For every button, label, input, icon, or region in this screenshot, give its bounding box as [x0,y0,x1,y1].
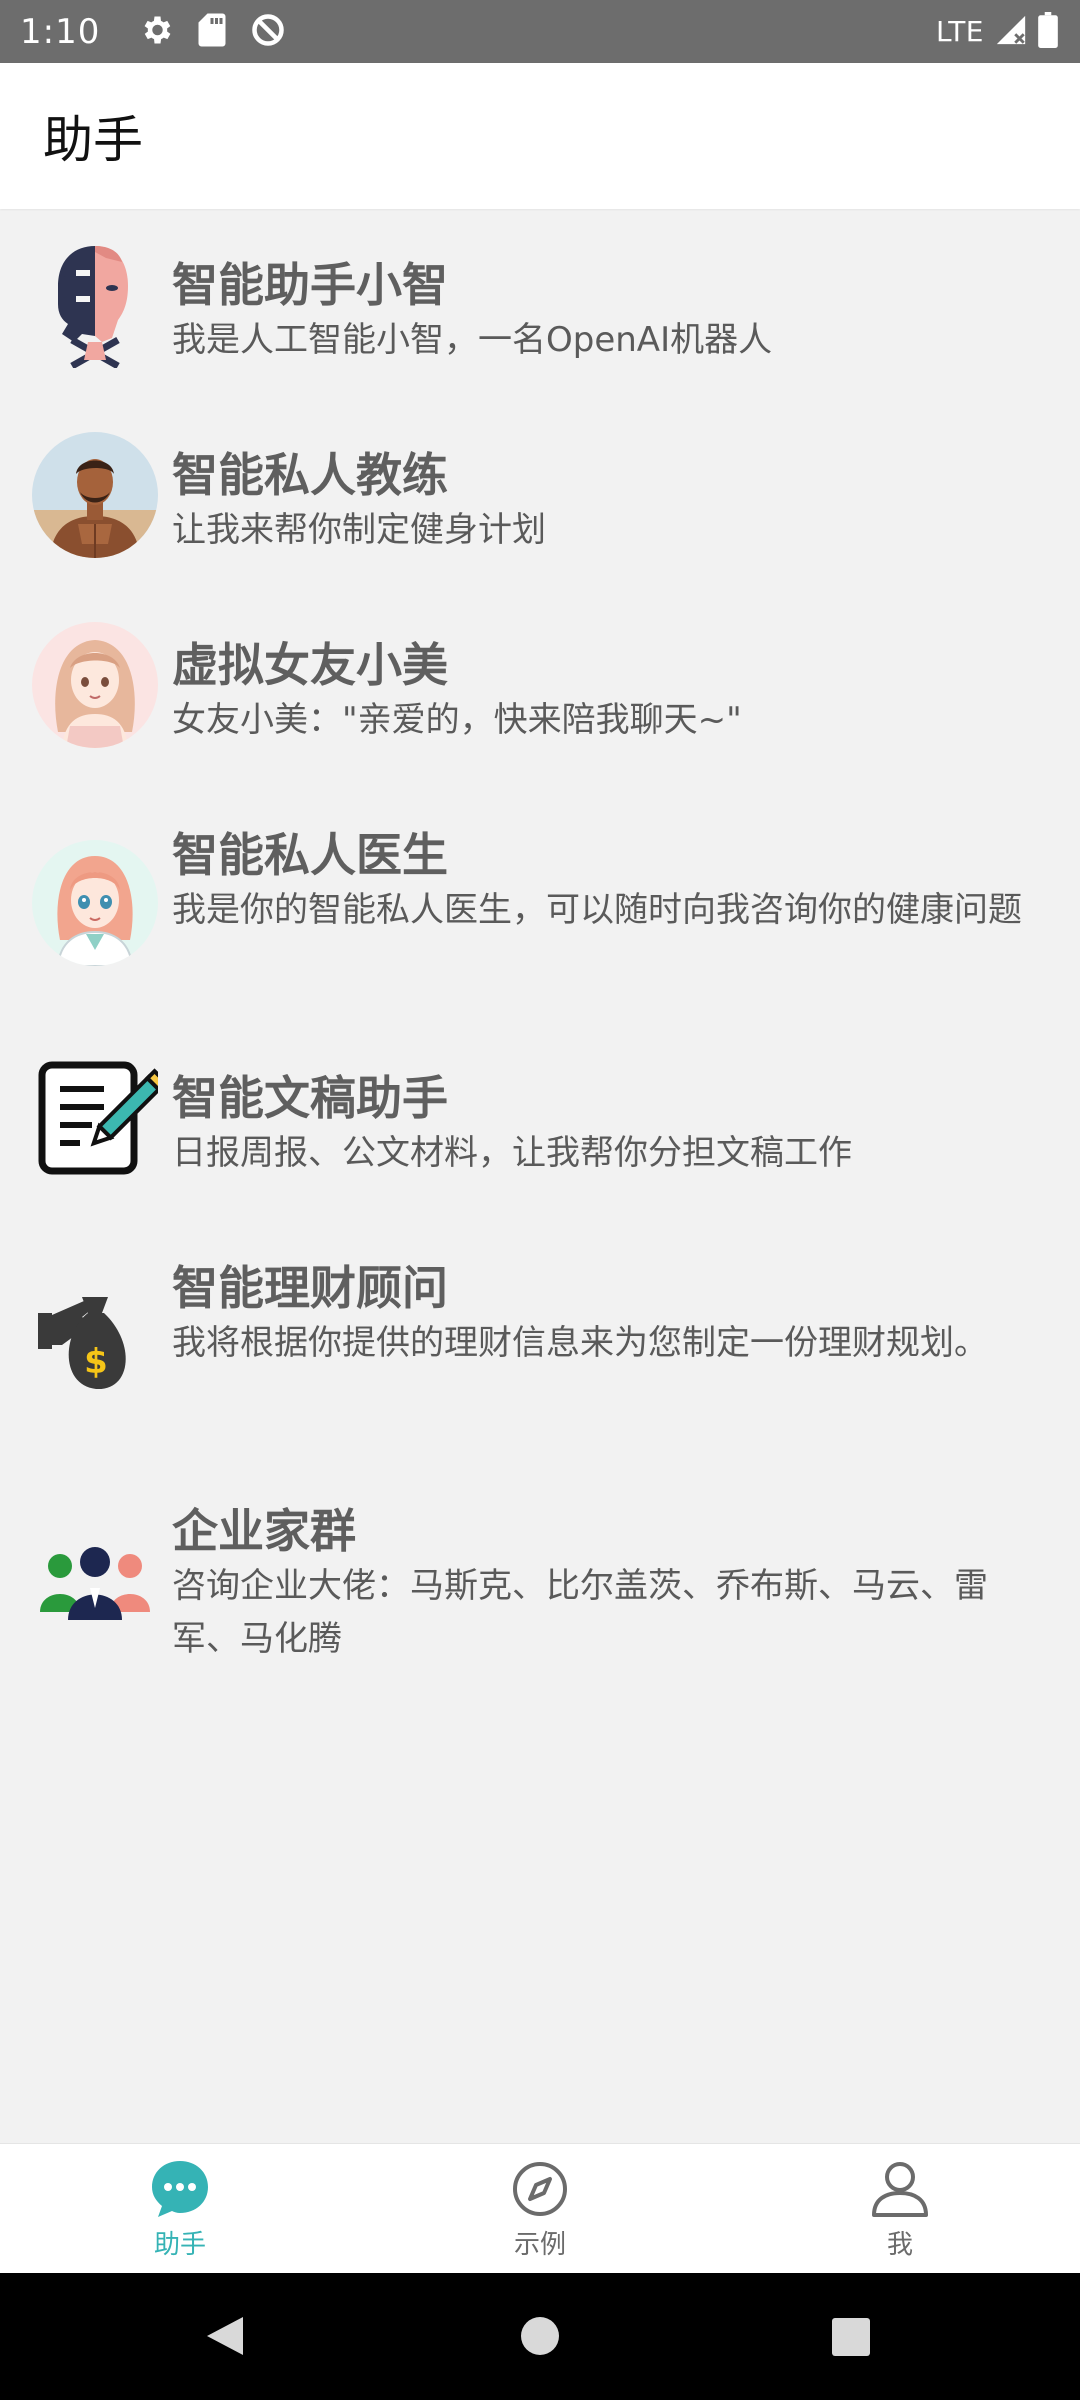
robot-human-face-icon [32,242,158,368]
list-item[interactable]: 智能私人医生 我是你的智能私人医生，可以随时向我咨询你的健康问题 [0,800,1080,1005]
status-icons-left [138,12,286,52]
network-type: LTE [935,15,984,48]
item-desc: 我将根据你提供的理财信息来为您制定一份理财规划。 [172,1323,988,1363]
chat-bubble-icon [150,2159,210,2219]
signal-icon [994,13,1028,51]
status-bar: 1:10 LTE [0,0,1080,63]
no-sync-icon [250,12,286,52]
tab-examples[interactable]: 示例 [360,2144,720,2274]
tab-label: 我 [886,2230,913,2260]
anime-doctor-avatar [32,840,158,966]
item-desc: 咨询企业大佬：马斯克、比尔盖茨、乔布斯、马云、雷军、马化腾 [172,1566,988,1659]
item-desc: 日报周报、公文材料，让我帮你分担文稿工作 [172,1133,852,1173]
list-item[interactable]: 虚拟女友小美 女友小美："亲爱的，快来陪我聊天~" [0,610,1080,760]
sd-card-icon [196,12,228,52]
item-desc: 女友小美："亲爱的，快来陪我聊天~" [172,700,742,740]
tab-assistant[interactable]: 助手 [0,2144,360,2274]
list-item[interactable]: 智能助手小智 我是人工智能小智，一名OpenAI机器人 [0,230,1080,380]
anime-girl-avatar [32,622,158,748]
page-title: 助手 [43,111,143,169]
status-icons-right: LTE [936,0,1058,63]
list-item[interactable]: 智能文稿助手 日报周报、公文材料，让我帮你分担文稿工作 [0,1043,1080,1193]
item-title: 智能私人医生 [172,828,448,882]
bottom-nav: 助手 示例 我 [0,2143,1080,2274]
item-title: 企业家群 [172,1504,356,1558]
group-people-icon [32,1516,158,1642]
item-desc: 我是人工智能小智，一名OpenAI机器人 [172,320,773,360]
fitness-coach-avatar [32,432,158,558]
tab-label: 助手 [153,2230,206,2260]
status-time: 1:10 [20,11,101,52]
tab-label: 示例 [513,2230,566,2260]
item-title: 智能文稿助手 [172,1071,448,1125]
item-title: 智能助手小智 [172,258,448,312]
item-desc: 让我来帮你制定健身计划 [172,510,546,550]
item-desc: 我是你的智能私人医生，可以随时向我咨询你的健康问题 [172,890,1022,930]
home-icon[interactable] [520,2316,560,2360]
money-bag-icon: $ [32,1273,158,1399]
list-item[interactable]: $ 智能理财顾问 我将根据你提供的理财信息来为您制定一份理财规划。 [0,1233,1080,1438]
document-pencil-icon [32,1055,158,1181]
list-item[interactable]: 企业家群 咨询企业大佬：马斯克、比尔盖茨、乔布斯、马云、雷军、马化腾 [0,1476,1080,1681]
item-title: 虚拟女友小美 [172,638,448,692]
system-nav-bar [0,2273,1080,2400]
person-icon [870,2159,930,2219]
svg-text:$: $ [84,1342,108,1382]
recents-icon[interactable] [831,2317,871,2361]
app-bar: 助手 [0,63,1080,209]
list-item[interactable]: 智能私人教练 让我来帮你制定健身计划 [0,420,1080,570]
battery-icon [1038,11,1058,52]
back-icon[interactable] [203,2315,245,2361]
settings-icon [138,12,174,52]
compass-icon [510,2159,570,2219]
item-title: 智能理财顾问 [172,1261,448,1315]
item-title: 智能私人教练 [172,448,448,502]
tab-me[interactable]: 我 [720,2144,1080,2274]
